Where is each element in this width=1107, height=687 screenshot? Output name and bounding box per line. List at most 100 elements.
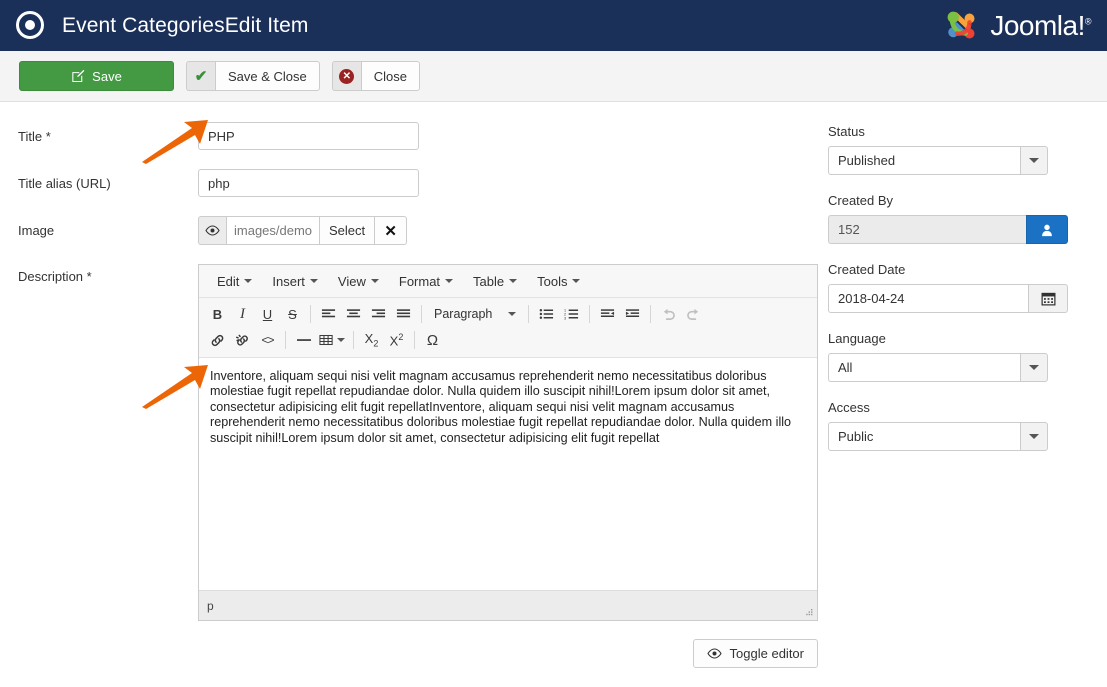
check-icon: ✔: [186, 61, 215, 91]
toolbar-separator: [353, 331, 354, 349]
status-value: Published: [828, 146, 1020, 175]
align-center-glyph: [346, 309, 361, 318]
eye-icon[interactable]: [198, 216, 226, 245]
menu-view-label: View: [337, 273, 366, 289]
title-label: Title *: [18, 129, 51, 144]
menu-format[interactable]: Format: [390, 271, 462, 292]
sidebar: Status Published Created By 152 Created …: [828, 122, 1091, 687]
align-justify-icon[interactable]: [391, 302, 416, 326]
menu-edit[interactable]: Edit: [208, 271, 261, 292]
created-by-group: 152: [828, 215, 1068, 244]
alias-input[interactable]: [198, 169, 419, 197]
tinymce-editor: Edit Insert View Format Table Tools B I …: [198, 264, 818, 621]
undo-icon[interactable]: [656, 302, 681, 326]
redo-icon[interactable]: [681, 302, 706, 326]
created-date-value[interactable]: 2018-04-24: [828, 284, 1028, 313]
access-field: Access Public: [828, 400, 1091, 451]
align-left-icon[interactable]: [316, 302, 341, 326]
chevron-down-icon: [370, 279, 379, 283]
editor-body[interactable]: Inventore, aliquam sequi nisi velit magn…: [199, 358, 817, 590]
align-right-icon[interactable]: [366, 302, 391, 326]
language-label: Language: [828, 331, 886, 346]
menu-format-label: Format: [398, 273, 441, 289]
app-header: Event CategoriesEdit Item Joomla!®: [0, 0, 1107, 51]
source-code-icon[interactable]: <>: [255, 328, 280, 352]
x-circle-icon: ✕: [331, 61, 361, 91]
toolbar-separator: [285, 331, 286, 349]
eye-glyph: [205, 225, 220, 236]
indent-glyph: [626, 309, 640, 317]
menu-table[interactable]: Table: [464, 271, 526, 292]
image-select-button[interactable]: Select: [319, 216, 376, 245]
language-select[interactable]: All: [828, 353, 1048, 382]
image-field-row: Image Select ✕: [18, 216, 818, 245]
calendar-icon[interactable]: [1028, 284, 1068, 313]
status-select[interactable]: Published: [828, 146, 1048, 175]
menu-table-label: Table: [473, 273, 505, 289]
bullet-list-glyph: [540, 309, 554, 319]
language-value: All: [828, 353, 1020, 382]
special-character-icon[interactable]: Ω: [420, 328, 445, 352]
chevron-down-icon[interactable]: [1020, 146, 1048, 175]
close-button-label[interactable]: Close: [360, 61, 421, 91]
editor-toolbar: B I U S Paragraph 1 2 3 <> X2 X2 Ω: [199, 298, 817, 358]
chevron-down-icon[interactable]: [1020, 353, 1048, 382]
editor-statusbar: p: [199, 590, 817, 620]
edit-square-icon: [72, 69, 85, 83]
title-field-row: Title *: [18, 122, 818, 150]
image-path-input[interactable]: [226, 216, 319, 245]
alias-label: Title alias (URL): [18, 176, 111, 191]
close-button[interactable]: ✕ Close: [331, 61, 421, 91]
close-x-icon[interactable]: ✕: [375, 216, 408, 245]
menu-view[interactable]: View: [329, 271, 388, 292]
toggle-editor-button[interactable]: Toggle editor: [692, 639, 818, 668]
align-center-icon[interactable]: [341, 302, 366, 326]
chevron-down-icon[interactable]: [1020, 422, 1048, 451]
save-close-button[interactable]: ✔ Save & Close: [186, 61, 320, 91]
indent-icon[interactable]: [620, 302, 645, 326]
joomla-registered-mark: ®: [1084, 16, 1092, 27]
format-select[interactable]: Paragraph: [427, 302, 523, 326]
status-field: Status Published: [828, 124, 1091, 175]
numbered-list-glyph: 123: [564, 309, 579, 320]
bold-icon[interactable]: B: [205, 302, 230, 326]
underline-icon[interactable]: U: [255, 302, 280, 326]
toolbar-separator: [414, 331, 415, 349]
chevron-down-icon: [244, 279, 253, 283]
horizontal-rule-icon[interactable]: [291, 328, 316, 352]
link-glyph: [211, 334, 224, 346]
superscript-icon[interactable]: X2: [384, 328, 409, 352]
resize-handle-icon[interactable]: [803, 607, 813, 617]
editor-toolbar-row-2: <> X2 X2 Ω: [205, 327, 817, 353]
toggle-editor-label: Toggle editor: [729, 646, 804, 661]
numbered-list-icon[interactable]: 123: [559, 302, 584, 326]
access-select[interactable]: Public: [828, 422, 1048, 451]
unlink-icon[interactable]: [230, 328, 255, 352]
link-icon[interactable]: [205, 328, 230, 352]
chevron-down-icon: [508, 312, 517, 316]
title-input[interactable]: [198, 122, 419, 150]
table-icon[interactable]: [316, 328, 348, 352]
align-left-glyph: [321, 309, 336, 318]
outdent-icon[interactable]: [595, 302, 620, 326]
image-field-group: Select ✕: [198, 216, 408, 245]
joomla-logo: Joomla!®: [941, 6, 1092, 46]
hr-glyph: [296, 339, 311, 341]
toolbar-separator: [589, 305, 591, 323]
created-by-label: Created By: [828, 193, 894, 208]
strikethrough-icon[interactable]: S: [280, 302, 305, 326]
menu-insert[interactable]: Insert: [263, 271, 327, 292]
chevron-down-icon: [445, 279, 454, 283]
subscript-icon[interactable]: X2: [359, 328, 384, 352]
chevron-down-icon: [509, 279, 518, 283]
menu-tools[interactable]: Tools: [528, 271, 589, 292]
save-button[interactable]: Save: [19, 61, 174, 91]
align-right-glyph: [371, 309, 386, 318]
bullet-list-icon[interactable]: [534, 302, 559, 326]
editor-element-path: p: [207, 598, 214, 613]
save-close-button-label[interactable]: Save & Close: [215, 61, 320, 91]
chevron-down-icon: [309, 279, 318, 283]
italic-icon[interactable]: I: [230, 302, 255, 326]
user-select-button[interactable]: [1026, 215, 1068, 244]
chevron-down-icon: [337, 338, 345, 342]
